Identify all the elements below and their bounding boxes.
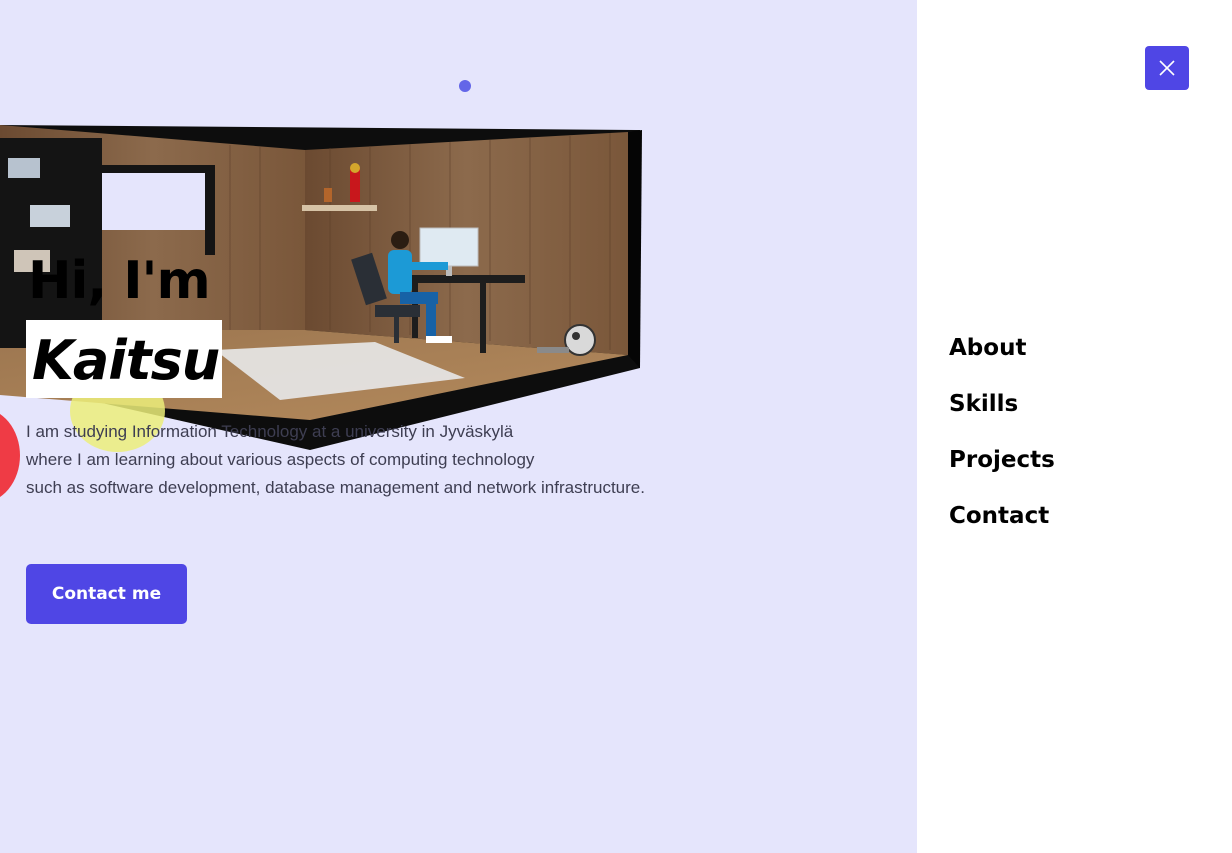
navigation-menu-panel: About Skills Projects Contact: [917, 0, 1232, 853]
hero-name: Kaitsu: [32, 329, 220, 392]
hero-greeting: Hi, I'm: [28, 251, 211, 311]
intro-line: I am studying Information Technology at …: [26, 422, 514, 441]
close-icon: [1159, 60, 1175, 76]
menu-item-skills[interactable]: Skills: [949, 376, 1055, 432]
decorative-dot: [459, 80, 471, 92]
hero-section: Hi, I'm Kaitsu I am studying Information…: [0, 0, 917, 853]
intro-line: such as software development, database m…: [26, 478, 645, 497]
contact-me-button[interactable]: Contact me: [26, 564, 187, 624]
close-menu-button[interactable]: [1145, 46, 1189, 90]
page: Hi, I'm Kaitsu I am studying Information…: [0, 0, 1232, 853]
hero-intro: I am studying Information Technology at …: [26, 418, 706, 502]
menu-item-contact[interactable]: Contact: [949, 488, 1055, 544]
intro-line: where I am learning about various aspect…: [26, 450, 535, 469]
menu-item-about[interactable]: About: [949, 320, 1055, 376]
menu-list: About Skills Projects Contact: [949, 320, 1055, 544]
menu-item-projects[interactable]: Projects: [949, 432, 1055, 488]
